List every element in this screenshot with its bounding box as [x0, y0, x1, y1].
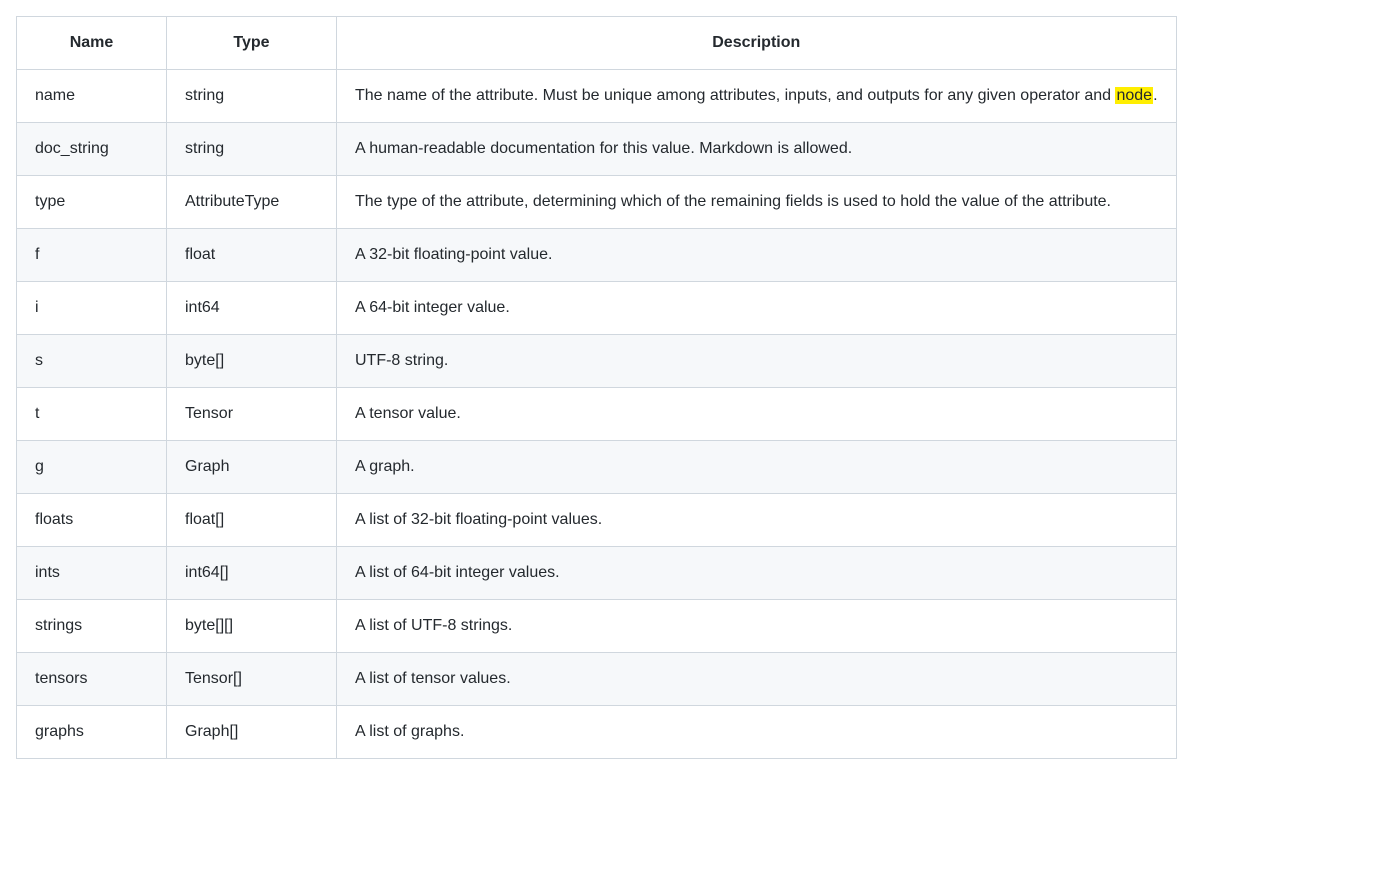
cell-name: graphs	[17, 706, 167, 759]
cell-description: A list of UTF-8 strings.	[337, 600, 1177, 653]
cell-name: strings	[17, 600, 167, 653]
table-row: i int64 A 64-bit integer value.	[17, 282, 1177, 335]
table-row: floats float[] A list of 32-bit floating…	[17, 494, 1177, 547]
cell-description: A list of 32-bit floating-point values.	[337, 494, 1177, 547]
cell-description: A list of tensor values.	[337, 653, 1177, 706]
cell-type: byte[]	[167, 335, 337, 388]
cell-name: i	[17, 282, 167, 335]
table-row: name string The name of the attribute. M…	[17, 70, 1177, 123]
highlighted-text: node	[1115, 87, 1153, 104]
cell-description: A 64-bit integer value.	[337, 282, 1177, 335]
table-row: f float A 32-bit floating-point value.	[17, 229, 1177, 282]
cell-name: floats	[17, 494, 167, 547]
cell-type: string	[167, 70, 337, 123]
cell-type: byte[][]	[167, 600, 337, 653]
cell-name: s	[17, 335, 167, 388]
cell-type: string	[167, 123, 337, 176]
table-row: doc_string string A human-readable docum…	[17, 123, 1177, 176]
cell-description: A 32-bit floating-point value.	[337, 229, 1177, 282]
header-description: Description	[337, 17, 1177, 70]
attribute-table: Name Type Description name string The na…	[16, 16, 1363, 759]
table-row: ints int64[] A list of 64-bit integer va…	[17, 547, 1177, 600]
cell-name: tensors	[17, 653, 167, 706]
cell-description: UTF-8 string.	[337, 335, 1177, 388]
desc-text-after: .	[1153, 87, 1157, 104]
cell-name: t	[17, 388, 167, 441]
cell-name: doc_string	[17, 123, 167, 176]
cell-description: A tensor value.	[337, 388, 1177, 441]
header-name: Name	[17, 17, 167, 70]
cell-type: Tensor[]	[167, 653, 337, 706]
cell-description: A human-readable documentation for this …	[337, 123, 1177, 176]
cell-description: A list of graphs.	[337, 706, 1177, 759]
cell-description: The type of the attribute, determining w…	[337, 176, 1177, 229]
table-row: t Tensor A tensor value.	[17, 388, 1177, 441]
cell-description: The name of the attribute. Must be uniqu…	[337, 70, 1177, 123]
cell-name: g	[17, 441, 167, 494]
cell-type: float[]	[167, 494, 337, 547]
cell-type: Tensor	[167, 388, 337, 441]
cell-type: int64	[167, 282, 337, 335]
cell-type: float	[167, 229, 337, 282]
cell-type: Graph[]	[167, 706, 337, 759]
table-header-row: Name Type Description	[17, 17, 1177, 70]
cell-name: type	[17, 176, 167, 229]
cell-name: f	[17, 229, 167, 282]
cell-type: int64[]	[167, 547, 337, 600]
table-row: type AttributeType The type of the attri…	[17, 176, 1177, 229]
table-row: tensors Tensor[] A list of tensor values…	[17, 653, 1177, 706]
table-row: graphs Graph[] A list of graphs.	[17, 706, 1177, 759]
cell-description: A list of 64-bit integer values.	[337, 547, 1177, 600]
header-type: Type	[167, 17, 337, 70]
table-body: name string The name of the attribute. M…	[17, 70, 1177, 759]
cell-description: A graph.	[337, 441, 1177, 494]
cell-type: AttributeType	[167, 176, 337, 229]
table-row: s byte[] UTF-8 string.	[17, 335, 1177, 388]
table-row: g Graph A graph.	[17, 441, 1177, 494]
table-row: strings byte[][] A list of UTF-8 strings…	[17, 600, 1177, 653]
desc-text-before: The name of the attribute. Must be uniqu…	[355, 87, 1115, 104]
cell-name: ints	[17, 547, 167, 600]
cell-name: name	[17, 70, 167, 123]
cell-type: Graph	[167, 441, 337, 494]
